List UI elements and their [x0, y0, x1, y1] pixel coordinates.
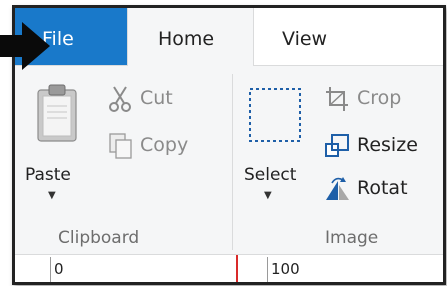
resize-icon — [325, 134, 349, 157]
resize-label: Resize — [357, 134, 418, 156]
dropdown-arrow-icon: ▼ — [48, 190, 56, 201]
paste-label: Paste — [25, 165, 71, 185]
callout-arrow-icon — [0, 22, 50, 70]
ruler-position-marker — [236, 255, 238, 282]
ribbon-home-panel: Paste ▼ Cut Copy Clipboard Select ▼ Crop… — [15, 66, 443, 255]
tab-home[interactable]: Home — [127, 8, 254, 66]
ruler-tick — [267, 257, 268, 282]
paint-window-crop: File Home View Paste ▼ Cut Copy Clipboar… — [12, 5, 446, 285]
crop-button[interactable]: Crop — [324, 85, 443, 113]
clipboard-group-label: Clipboard — [58, 228, 140, 248]
select-label: Select — [244, 165, 297, 185]
group-separator — [232, 74, 233, 250]
rotate-icon — [326, 177, 349, 200]
cut-button[interactable]: Cut — [107, 85, 217, 113]
select-rectangle-icon — [249, 88, 301, 142]
copy-label: Copy — [140, 134, 189, 156]
crop-label: Crop — [357, 87, 402, 109]
dropdown-arrow-icon: ▼ — [264, 190, 272, 201]
scissors-icon — [109, 86, 131, 112]
resize-button[interactable]: Resize — [324, 132, 443, 160]
ruler-tick — [50, 257, 51, 282]
horizontal-ruler: 0 100 — [15, 255, 443, 282]
tab-view[interactable]: View — [253, 8, 373, 65]
ruler-mark-0: 0 — [54, 260, 64, 278]
image-group-label: Image — [325, 228, 379, 248]
paste-clipboard-icon — [37, 84, 77, 142]
copy-button[interactable]: Copy — [107, 132, 217, 160]
cut-label: Cut — [140, 87, 173, 109]
tab-home-label: Home — [158, 28, 215, 50]
rotate-label: Rotat — [357, 177, 408, 199]
ruler-mark-100: 100 — [271, 260, 300, 278]
paste-button[interactable]: Paste ▼ — [21, 74, 91, 214]
crop-icon — [326, 87, 348, 111]
rotate-button[interactable]: Rotat — [324, 175, 443, 203]
copy-icon — [109, 133, 132, 159]
tab-view-label: View — [282, 28, 328, 50]
select-button[interactable]: Select ▼ — [241, 74, 311, 214]
ribbon-tab-strip: File Home View — [15, 8, 443, 66]
